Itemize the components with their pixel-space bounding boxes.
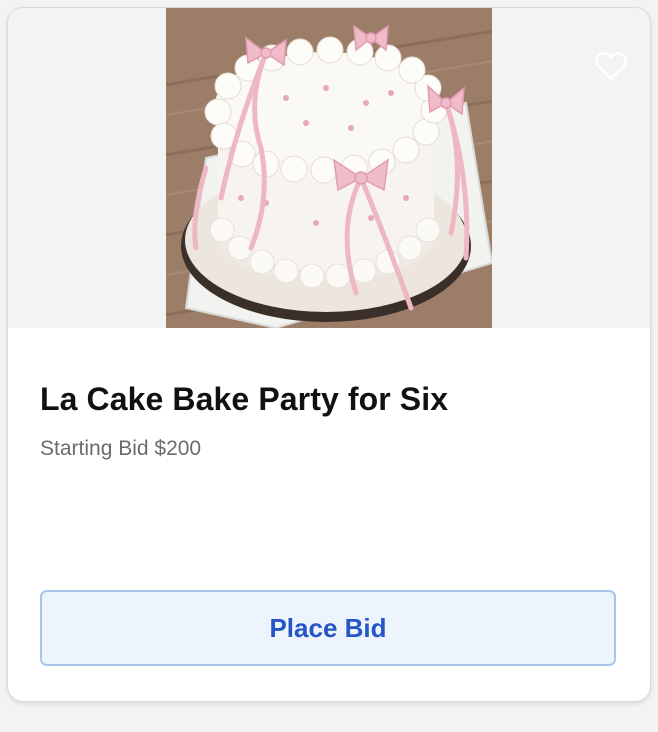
place-bid-button[interactable]: Place Bid <box>40 590 616 666</box>
starting-bid: Starting Bid $200 <box>40 437 202 460</box>
place-bid-label: Place Bid <box>269 612 387 643</box>
favorite-button[interactable] <box>592 46 630 84</box>
auction-item-card[interactable]: La Cake Bake Party for Six Starting Bid … <box>7 7 651 702</box>
cake-photo <box>166 8 492 328</box>
item-title: La Cake Bake Party for Six <box>40 381 449 417</box>
heart-icon <box>595 52 627 80</box>
item-image-area <box>8 8 650 328</box>
